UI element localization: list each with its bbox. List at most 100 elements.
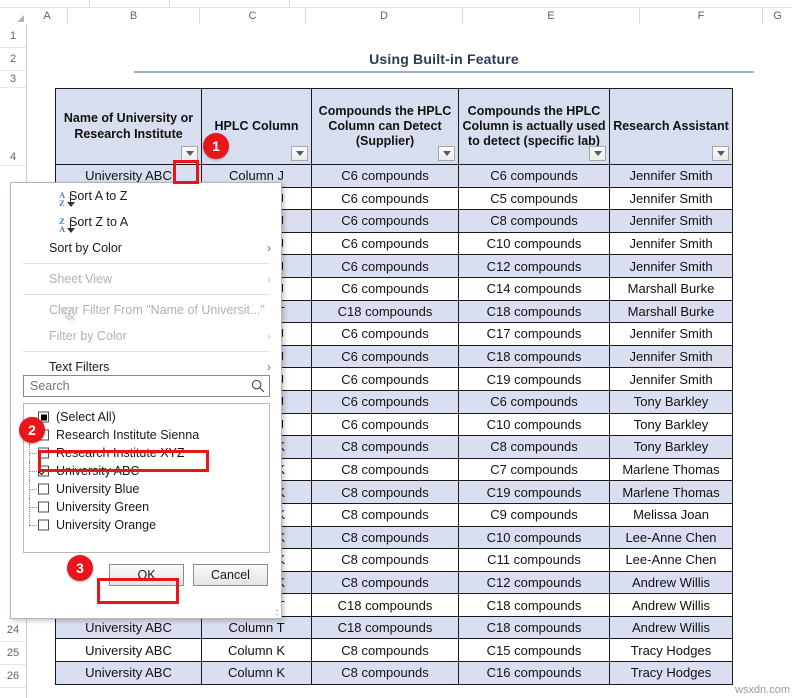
column-header-e[interactable]: E [463, 8, 640, 24]
table-cell[interactable]: C8 compounds [311, 638, 459, 663]
table-cell[interactable]: Melissa Joan [609, 502, 733, 527]
table-cell[interactable]: C6 compounds [311, 344, 459, 369]
column-header-d[interactable]: D [306, 8, 463, 24]
table-cell[interactable]: C18 compounds [458, 615, 610, 640]
table-cell[interactable]: C10 compounds [458, 412, 610, 437]
checkbox[interactable] [38, 447, 49, 459]
filter-value-list[interactable]: (Select All) Research Institute Sienna Res… [23, 403, 270, 553]
table-cell[interactable]: Jennifer Smith [609, 209, 733, 233]
table-cell[interactable]: University ABC [55, 661, 202, 685]
column-header-f[interactable]: F [640, 8, 763, 24]
select-all-corner[interactable] [0, 8, 27, 24]
column-header-b[interactable]: B [68, 8, 200, 24]
table-cell[interactable]: C8 compounds [311, 435, 459, 459]
table-cell[interactable]: C5 compounds [458, 186, 610, 211]
table-cell[interactable]: C6 compounds [311, 164, 459, 188]
row-header-24[interactable]: 24 [0, 619, 27, 642]
table-cell[interactable]: Jennifer Smith [609, 164, 733, 188]
filter-dropdown-button-d[interactable] [438, 146, 455, 161]
filter-list-item[interactable]: Research Institute XYZ [24, 444, 269, 462]
menu-item-sort-a-to-z[interactable]: A Z Sort A to Z [11, 183, 281, 209]
checkbox[interactable] [38, 519, 49, 531]
table-cell[interactable]: C8 compounds [458, 209, 610, 233]
filter-search-box[interactable] [23, 375, 270, 397]
filter-dropdown-button-e[interactable] [589, 146, 606, 161]
table-cell[interactable]: Column K [201, 661, 312, 685]
table-cell[interactable]: C6 compounds [311, 276, 459, 301]
table-cell[interactable]: C7 compounds [458, 457, 610, 482]
table-cell[interactable]: Jennifer Smith [609, 186, 733, 211]
row-header-3[interactable]: 3 [0, 71, 27, 88]
table-cell[interactable]: C18 compounds [311, 615, 459, 640]
table-cell[interactable]: C6 compounds [311, 186, 459, 211]
table-cell[interactable]: C6 compounds [458, 164, 610, 188]
table-cell[interactable]: Jennifer Smith [609, 322, 733, 346]
header-cell-research-assistant[interactable]: Research Assistant [609, 88, 733, 165]
table-cell[interactable]: C10 compounds [458, 231, 610, 256]
table-cell[interactable]: Jennifer Smith [609, 344, 733, 369]
table-cell[interactable]: C11 compounds [458, 548, 610, 572]
table-cell[interactable]: Andrew Willis [609, 593, 733, 617]
table-cell[interactable]: C19 compounds [458, 367, 610, 391]
filter-list-item[interactable]: University ABC [24, 462, 269, 480]
table-cell[interactable]: Lee-Anne Chen [609, 548, 733, 572]
filter-list-item[interactable]: (Select All) [24, 408, 269, 426]
table-cell[interactable]: C12 compounds [458, 254, 610, 278]
table-cell[interactable]: Tony Barkley [609, 435, 733, 459]
header-cell-university[interactable]: Name of University or Research Institute [55, 88, 202, 165]
table-cell[interactable]: C12 compounds [458, 570, 610, 595]
filter-dropdown-button-b[interactable] [181, 146, 198, 161]
column-header-c[interactable]: C [200, 8, 306, 24]
column-header-a[interactable]: A [27, 8, 68, 24]
table-cell[interactable]: C18 compounds [458, 593, 610, 617]
table-cell[interactable]: Marshall Burke [609, 299, 733, 324]
row-header-1[interactable]: 1 [0, 24, 27, 48]
table-cell[interactable]: Marshall Burke [609, 276, 733, 301]
table-cell[interactable]: C15 compounds [458, 638, 610, 663]
table-cell[interactable]: C8 compounds [311, 525, 459, 550]
table-cell[interactable]: C8 compounds [311, 661, 459, 685]
table-cell[interactable]: C8 compounds [311, 570, 459, 595]
filter-list-item[interactable]: University Orange [24, 516, 269, 534]
row-header-4[interactable]: 4 [0, 88, 27, 166]
row-header-26[interactable]: 26 [0, 665, 27, 688]
table-cell[interactable]: C8 compounds [311, 502, 459, 527]
filter-list-item[interactable]: University Green [24, 498, 269, 516]
table-cell[interactable]: Tony Barkley [609, 412, 733, 437]
table-cell[interactable]: Column T [201, 615, 312, 640]
table-cell[interactable]: University ABC [55, 638, 202, 663]
table-cell[interactable]: C18 compounds [311, 593, 459, 617]
filter-list-item[interactable]: University Blue [24, 480, 269, 498]
table-cell[interactable]: University ABC [55, 615, 202, 640]
table-cell[interactable]: Andrew Willis [609, 570, 733, 595]
checkbox[interactable] [38, 465, 49, 477]
search-input[interactable] [24, 379, 247, 393]
table-cell[interactable]: Marlene Thomas [609, 457, 733, 482]
checkbox[interactable] [38, 483, 49, 495]
column-header-g[interactable]: G [763, 8, 792, 24]
header-cell-detect-supplier[interactable]: Compounds the HPLC Column can Detect (Su… [311, 88, 459, 165]
table-cell[interactable]: Jennifer Smith [609, 367, 733, 391]
menu-item-sort-z-to-a[interactable]: Z A Sort Z to A [11, 209, 281, 235]
filter-list-item[interactable]: Research Institute Sienna [24, 426, 269, 444]
table-cell[interactable]: C6 compounds [311, 209, 459, 233]
table-cell[interactable]: Tracy Hodges [609, 661, 733, 685]
header-cell-detect-lab[interactable]: Compounds the HPLC Column is actually us… [458, 88, 610, 165]
table-cell[interactable]: C19 compounds [458, 480, 610, 504]
table-cell[interactable]: C8 compounds [458, 435, 610, 459]
menu-item-sort-by-color[interactable]: Sort by Color › [11, 235, 281, 261]
table-cell[interactable]: C8 compounds [311, 457, 459, 482]
ok-button[interactable]: OK [109, 564, 184, 586]
table-cell[interactable]: Tony Barkley [609, 389, 733, 414]
table-cell[interactable]: Jennifer Smith [609, 254, 733, 278]
table-cell[interactable]: Lee-Anne Chen [609, 525, 733, 550]
table-cell[interactable]: C6 compounds [311, 231, 459, 256]
table-cell[interactable]: Andrew Willis [609, 615, 733, 640]
cancel-button[interactable]: Cancel [193, 564, 268, 586]
table-cell[interactable]: C8 compounds [311, 480, 459, 504]
table-cell[interactable]: C8 compounds [311, 548, 459, 572]
table-cell[interactable]: C6 compounds [311, 367, 459, 391]
table-cell[interactable]: C6 compounds [311, 412, 459, 437]
table-cell[interactable]: C18 compounds [458, 299, 610, 324]
table-cell[interactable]: C18 compounds [311, 299, 459, 324]
